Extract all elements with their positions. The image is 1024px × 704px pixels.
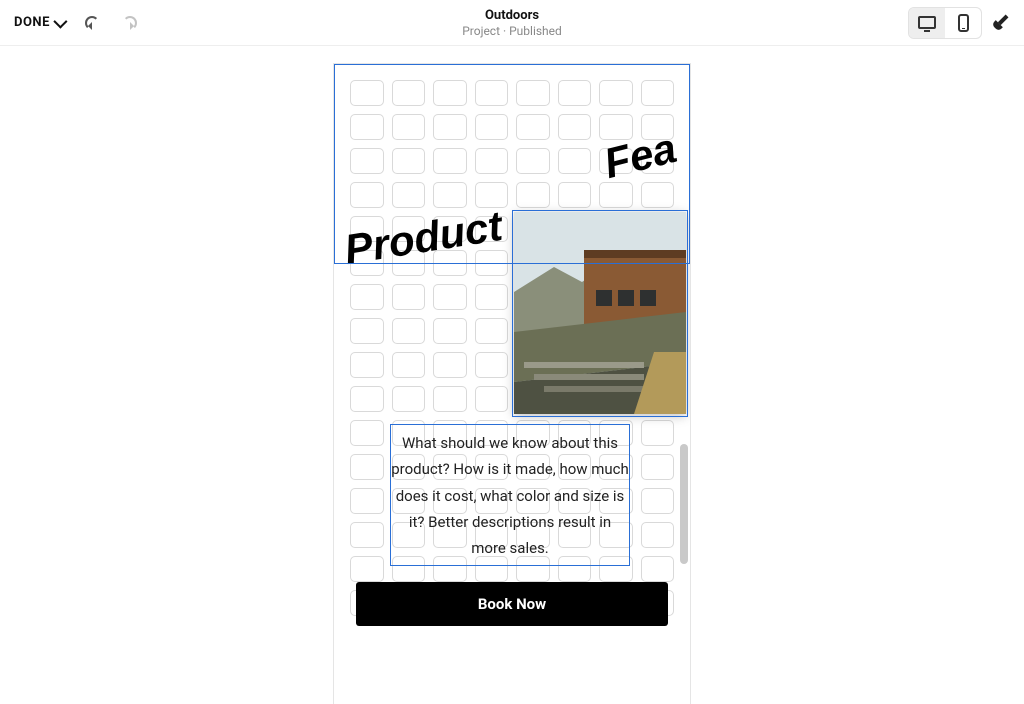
cta-label: Book Now [478,595,546,613]
grid-cell [392,182,426,208]
editor-toolbar: DONE Outdoors Project · Published [0,0,1024,46]
grid-cell [350,352,384,378]
grid-cell [475,250,509,276]
grid-cell [350,386,384,412]
desktop-view-button[interactable] [909,8,945,38]
grid-cell [516,114,550,140]
grid-cell [641,556,675,582]
grid-cell [516,80,550,106]
chevron-down-icon [53,14,67,28]
grid-cell [350,454,384,480]
undo-icon [85,16,99,30]
grid-cell [641,80,675,106]
desktop-icon [918,16,936,29]
grid-cell [350,420,384,446]
grid-cell [641,522,675,548]
grid-cell [392,284,426,310]
grid-cell [392,318,426,344]
done-button[interactable]: DONE [14,15,64,30]
grid-cell [433,318,467,344]
editor-workspace: Product Fea What should we know about t [0,46,1024,660]
product-image[interactable] [514,212,686,414]
redo-button[interactable] [120,13,140,33]
grid-cell [475,114,509,140]
grid-cell [350,522,384,548]
page-canvas[interactable]: Product Fea What should we know about t [334,64,690,704]
grid-cell [558,182,592,208]
grid-cell [475,284,509,310]
undo-button[interactable] [82,13,102,33]
grid-cell [475,386,509,412]
grid-cell [392,80,426,106]
grid-cell [350,284,384,310]
grid-cell [558,114,592,140]
grid-cell [350,114,384,140]
scrollbar-thumb[interactable] [680,444,688,564]
grid-cell [433,182,467,208]
grid-cell [475,352,509,378]
redo-icon [123,16,137,30]
styles-brush-button[interactable] [986,8,1014,36]
grid-cell [433,114,467,140]
grid-cell [350,488,384,514]
grid-cell [641,454,675,480]
grid-cell [350,556,384,582]
product-description[interactable]: What should we know about this product? … [390,430,630,561]
grid-cell [433,352,467,378]
grid-cell [599,80,633,106]
done-label: DONE [14,15,50,30]
product-image-placeholder [514,212,686,414]
grid-cell [641,182,675,208]
grid-cell [392,352,426,378]
grid-cell [433,148,467,174]
project-title: Outdoors [0,8,1024,23]
grid-cell [641,488,675,514]
book-now-button[interactable]: Book Now [356,582,668,626]
grid-cell [392,114,426,140]
grid-cell [433,284,467,310]
grid-cell [558,148,592,174]
project-subtitle: Project · Published [0,24,1024,38]
grid-cell [558,80,592,106]
mobile-icon [958,14,969,32]
grid-cell [350,182,384,208]
grid-cell [350,318,384,344]
grid-cell [475,80,509,106]
grid-cell [350,80,384,106]
grid-cell [475,148,509,174]
grid-cell [641,420,675,446]
grid-cell [392,148,426,174]
mobile-view-button[interactable] [945,8,981,38]
grid-cell [350,148,384,174]
grid-cell [392,386,426,412]
grid-cell [516,182,550,208]
grid-cell [516,148,550,174]
grid-cell [475,318,509,344]
grid-cell [433,386,467,412]
viewport-toggle [908,7,982,39]
grid-cell [433,80,467,106]
